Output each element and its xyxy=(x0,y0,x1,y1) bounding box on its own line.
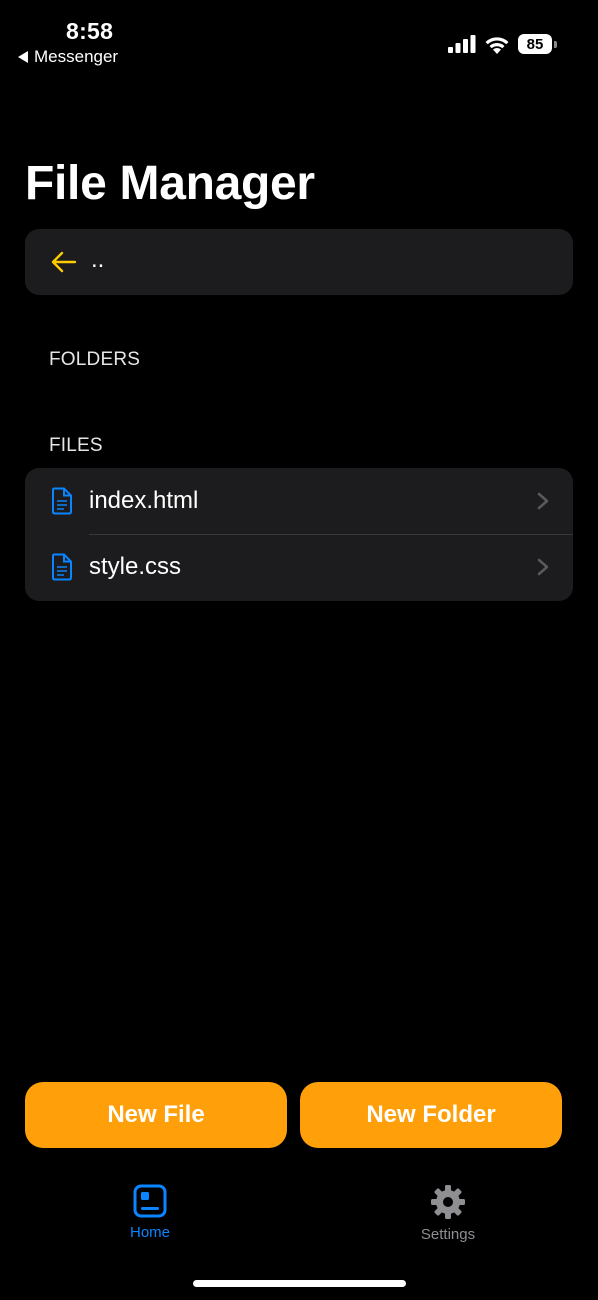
battery-level: 85 xyxy=(526,35,544,53)
parent-directory-row[interactable]: .. xyxy=(25,229,573,295)
tab-settings[interactable]: Settings xyxy=(388,1184,508,1243)
tab-settings-label: Settings xyxy=(420,1226,476,1243)
gear-icon xyxy=(431,1185,465,1219)
file-row-index-html[interactable]: index.html xyxy=(25,468,573,534)
back-app-label: Messenger xyxy=(34,47,119,66)
status-time: 8:58 xyxy=(66,18,114,44)
page-title: File Manager xyxy=(25,157,315,210)
status-indicators: 85 xyxy=(448,34,557,54)
files-list: index.html style.css xyxy=(25,468,573,601)
tab-home[interactable]: Home xyxy=(90,1184,210,1241)
file-name: style.css xyxy=(89,553,182,580)
back-to-app-link[interactable]: Messenger xyxy=(18,47,118,67)
tab-home-label: Home xyxy=(129,1224,170,1241)
file-row-style-css[interactable]: style.css xyxy=(25,534,573,600)
chevron-right-icon xyxy=(537,558,549,576)
files-section-header: FILES xyxy=(49,435,103,456)
battery-indicator: 85 xyxy=(518,34,557,54)
new-folder-button[interactable]: New Folder xyxy=(300,1082,562,1148)
file-name: index.html xyxy=(89,487,199,514)
cellular-signal-icon xyxy=(448,35,476,53)
folders-section-header: FOLDERS xyxy=(49,349,141,370)
home-indicator[interactable] xyxy=(193,1280,406,1287)
wifi-icon xyxy=(485,36,509,54)
back-triangle-icon xyxy=(18,51,28,63)
home-icon xyxy=(133,1184,167,1218)
arrow-left-icon xyxy=(51,251,77,273)
document-icon xyxy=(52,553,72,581)
chevron-right-icon xyxy=(537,492,549,510)
new-file-button[interactable]: New File xyxy=(25,1082,287,1148)
document-icon xyxy=(52,487,72,515)
parent-directory-label: .. xyxy=(91,246,105,273)
